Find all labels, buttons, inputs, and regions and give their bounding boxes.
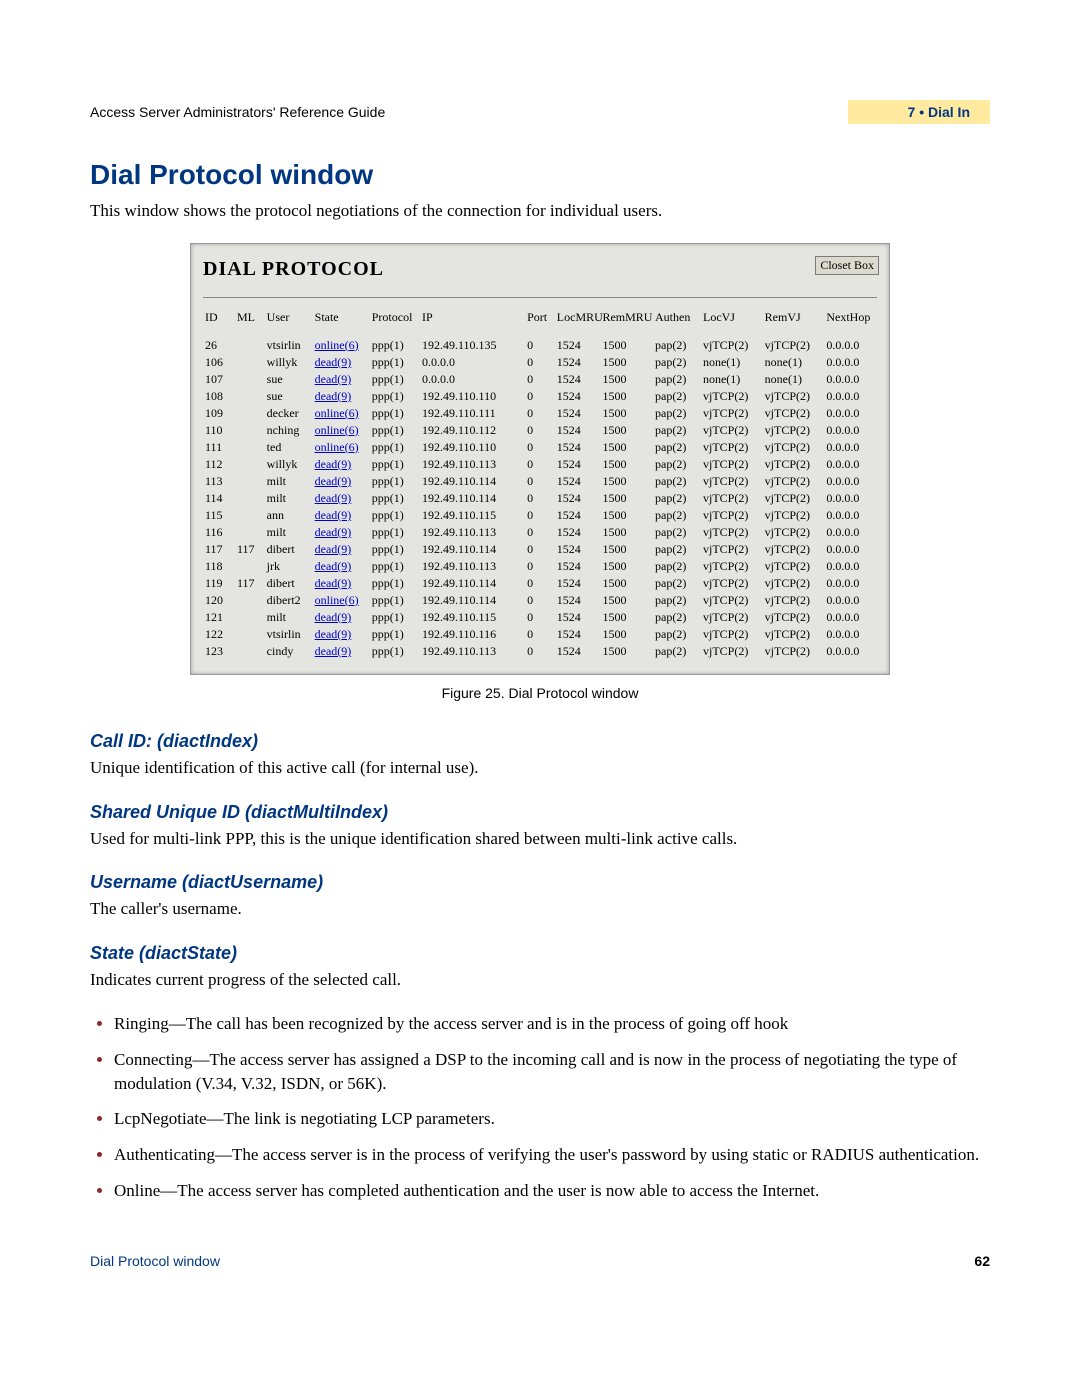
paragraph: Used for multi-link PPP, this is the uni… [90,827,990,851]
list-item: Online—The access server has completed a… [114,1179,990,1203]
footer-left: Dial Protocol window [90,1253,220,1269]
list-item: Authenticating—The access server is in t… [114,1143,990,1167]
list-item: LcpNegotiate—The link is negotiating LCP… [114,1107,990,1131]
table-row: 109deckeronline(6)ppp(1)192.49.110.11101… [203,405,877,422]
col-ip: IP [420,308,525,337]
subheading: Shared Unique ID (diactMultiIndex) [90,802,990,823]
table-row: 114miltdead(9)ppp(1)192.49.110.114015241… [203,490,877,507]
table-row: 108suedead(9)ppp(1)192.49.110.1100152415… [203,388,877,405]
page-footer: Dial Protocol window 62 [90,1253,990,1269]
table-row: 115anndead(9)ppp(1)192.49.110.1150152415… [203,507,877,524]
paragraph: Unique identification of this active cal… [90,756,990,780]
table-row: 121miltdead(9)ppp(1)192.49.110.115015241… [203,609,877,626]
dial-protocol-screenshot: DIAL PROTOCOL Closet Box IDMLUserStatePr… [190,243,890,675]
table-row: 118jrkdead(9)ppp(1)192.49.110.1130152415… [203,558,877,575]
subheading: Username (diactUsername) [90,872,990,893]
col-state: State [313,308,370,337]
table-row: 117117dibertdead(9)ppp(1)192.49.110.1140… [203,541,877,558]
col-protocol: Protocol [370,308,420,337]
doc-title: Access Server Administrators' Reference … [90,104,385,120]
table-row: 120dibert2online(6)ppp(1)192.49.110.1140… [203,592,877,609]
table-row: 110nchingonline(6)ppp(1)192.49.110.11201… [203,422,877,439]
figure-caption: Figure 25. Dial Protocol window [90,685,990,701]
col-authen: Authen [653,308,701,337]
subheading: Call ID: (diactIndex) [90,731,990,752]
close-button[interactable]: Closet Box [815,256,879,275]
col-locvj: LocVJ [701,308,763,337]
intro-paragraph: This window shows the protocol negotiati… [90,199,990,223]
table-row: 111tedonline(6)ppp(1)192.49.110.11001524… [203,439,877,456]
screenshot-heading: DIAL PROTOCOL [203,258,384,281]
page-header: Access Server Administrators' Reference … [90,100,990,124]
table-row: 119117dibertdead(9)ppp(1)192.49.110.1140… [203,575,877,592]
table-row: 106willykdead(9)ppp(1)0.0.0.0015241500pa… [203,354,877,371]
table-row: 107suedead(9)ppp(1)0.0.0.0015241500pap(2… [203,371,877,388]
col-id: ID [203,308,235,337]
table-row: 116miltdead(9)ppp(1)192.49.110.113015241… [203,524,877,541]
col-remmru: RemMRU [600,308,653,337]
list-item: Connecting—The access server has assigne… [114,1048,990,1096]
col-locmru: LocMRU [555,308,601,337]
table-row: 112willykdead(9)ppp(1)192.49.110.1130152… [203,456,877,473]
col-user: User [265,308,313,337]
table-row: 123cindydead(9)ppp(1)192.49.110.11301524… [203,643,877,660]
divider [203,297,877,298]
col-ml: ML [235,308,265,337]
page-title: Dial Protocol window [90,159,990,191]
col-port: Port [525,308,555,337]
page-number: 62 [974,1253,990,1269]
subheading: State (diactState) [90,943,990,964]
paragraph: The caller's username. [90,897,990,921]
table-row: 26vtsirlinonline(6)ppp(1)192.49.110.1350… [203,337,877,354]
col-remvj: RemVJ [763,308,825,337]
table-row: 113miltdead(9)ppp(1)192.49.110.114015241… [203,473,877,490]
list-item: Ringing—The call has been recognized by … [114,1012,990,1036]
chapter-label: 7 • Dial In [848,100,990,124]
table-row: 122vtsirlindead(9)ppp(1)192.49.110.11601… [203,626,877,643]
protocol-table: IDMLUserStateProtocolIPPortLocMRURemMRUA… [203,308,877,660]
paragraph: Indicates current progress of the select… [90,968,990,992]
col-nexthop: NextHop [824,308,877,337]
state-list: Ringing—The call has been recognized by … [90,1012,990,1203]
